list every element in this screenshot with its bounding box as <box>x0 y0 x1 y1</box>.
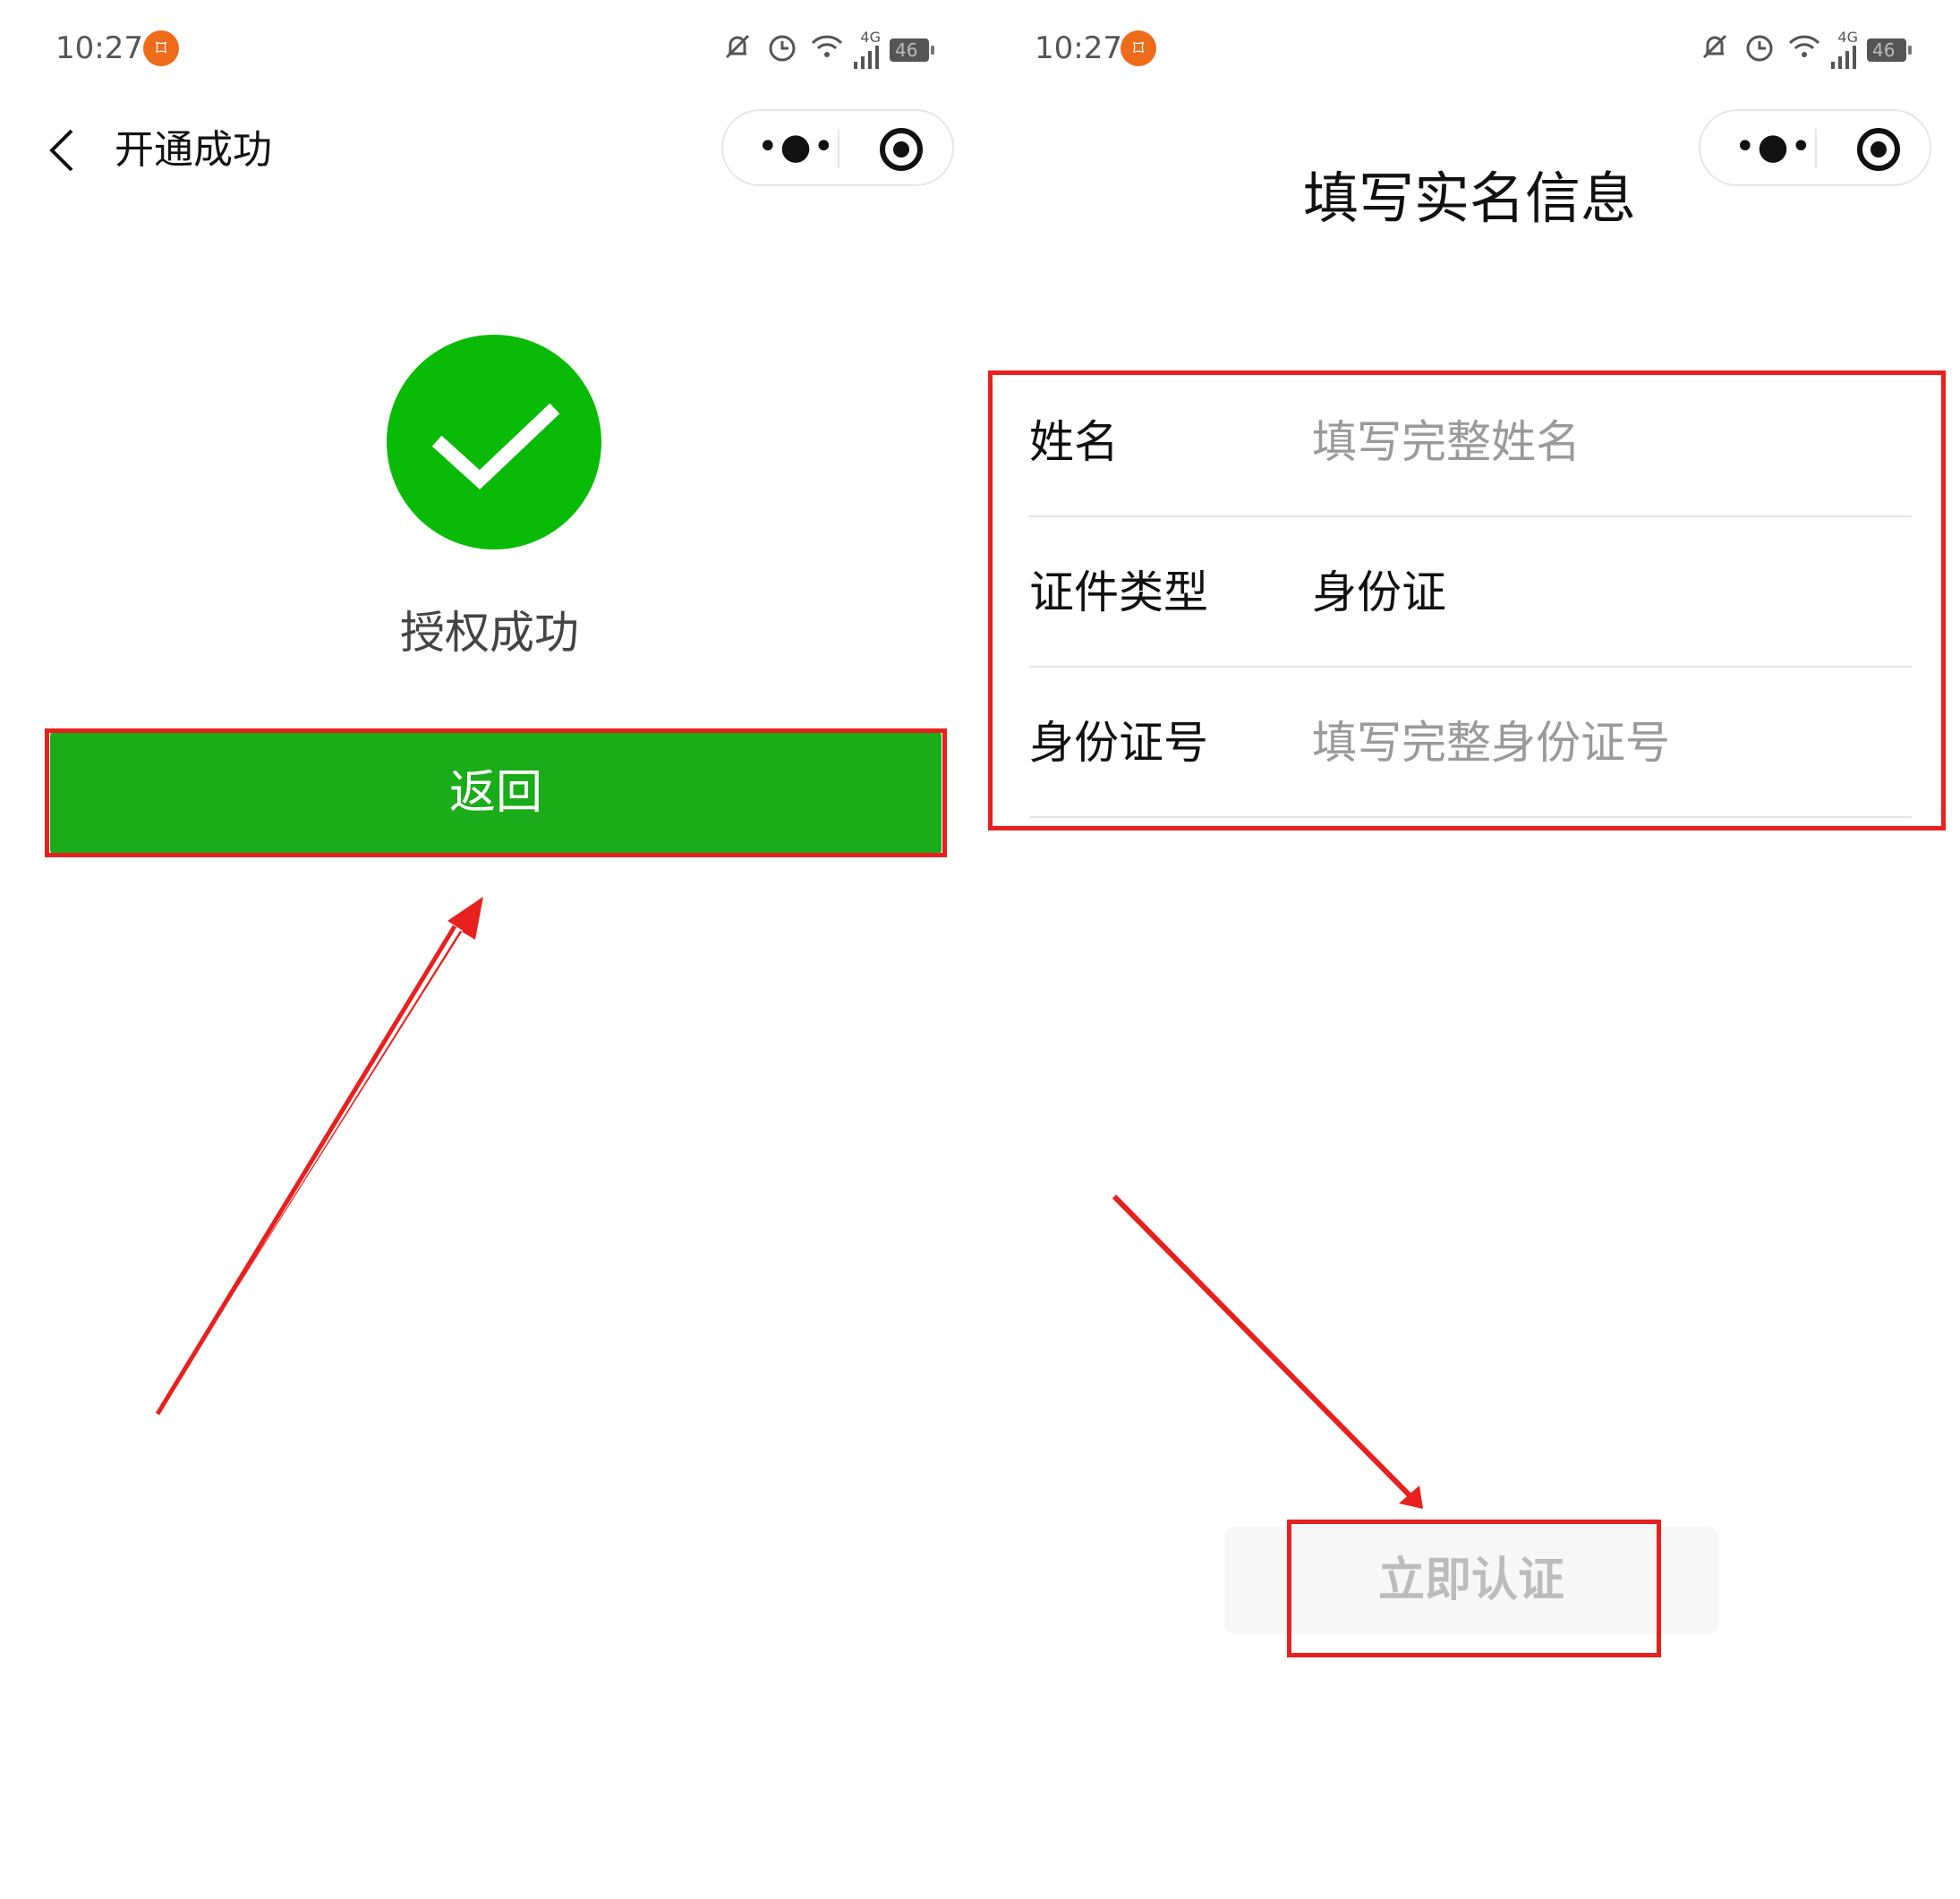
arrow-to-verify-button-shaft <box>1112 1194 1417 1503</box>
arrow-to-return-button-shaft <box>155 924 457 1416</box>
annotation-arrows <box>155 897 1423 1509</box>
